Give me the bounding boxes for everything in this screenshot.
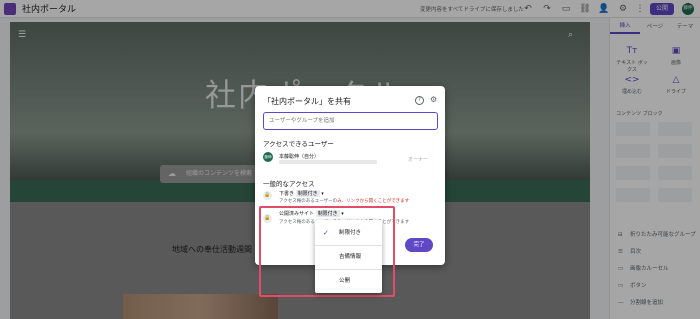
draft-row-title: 下書き 制限付き ▾ xyxy=(279,190,324,197)
general-access-label: 一般的なアクセス xyxy=(263,180,315,188)
draft-row-sub: アクセス権のあるユーザーのみ、リンクから開くことができます xyxy=(279,199,410,204)
draft-access-select[interactable]: 制限付き xyxy=(295,190,320,197)
done-button[interactable]: 完了 xyxy=(405,238,433,252)
owner-email xyxy=(279,160,377,164)
add-people-input[interactable] xyxy=(263,112,438,130)
help-icon[interactable]: ? xyxy=(415,96,424,105)
check-icon: ✓ xyxy=(323,229,329,237)
lock-icon: 🔒 xyxy=(263,191,272,200)
dialog-title: 「社内ポータル」を共有 xyxy=(263,97,351,106)
menu-item-domain[interactable]: 吉備情報 xyxy=(315,246,382,269)
menu-item-public[interactable]: 公開 xyxy=(315,270,382,293)
gear-icon[interactable]: ⚙ xyxy=(430,95,437,104)
menu-item-restricted[interactable]: ✓ 制限付き xyxy=(315,222,382,245)
access-label: アクセスできるユーザー xyxy=(263,140,334,148)
owner-avatar: 藤伸 xyxy=(263,152,273,162)
owner-role: オーナー xyxy=(408,157,429,163)
access-dropdown-menu: ✓ 制限付き 吉備情報 公開 xyxy=(315,220,382,293)
owner-name: 本藤聡伸（自分） xyxy=(279,154,320,160)
